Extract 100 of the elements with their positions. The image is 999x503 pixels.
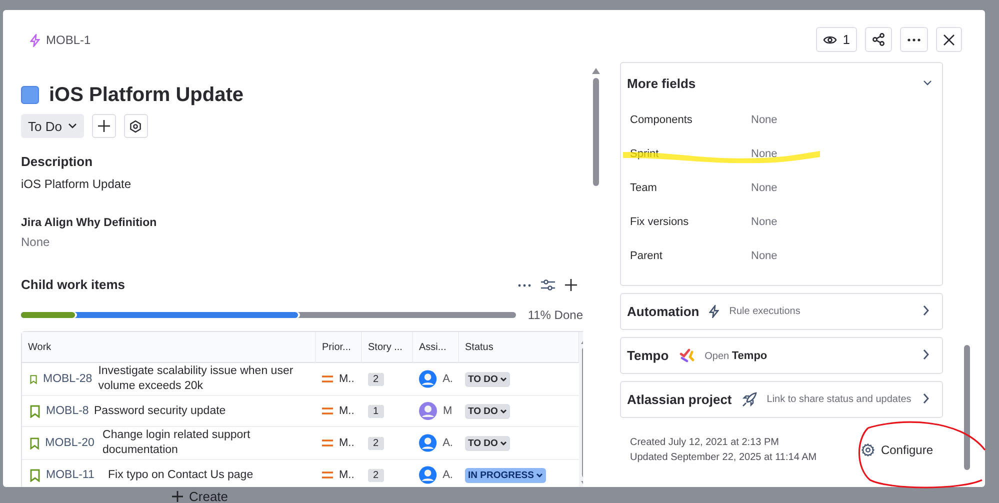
updated-date: Updated September 22, 2025 at 11:14 AM (630, 452, 817, 463)
field-value[interactable]: None (751, 250, 778, 262)
points-tag: 2 (368, 436, 384, 450)
field-label: Fix versions (629, 216, 690, 228)
chevron-down-icon (536, 472, 543, 478)
work-type-icon (21, 86, 39, 104)
priority-icon (322, 471, 333, 479)
panel-subtitle: Link to share status and updates (766, 394, 912, 405)
chevron-down-icon (500, 440, 507, 446)
column-header[interactable]: Assi... (413, 332, 459, 363)
field-label: Components (629, 114, 694, 126)
issue-summary[interactable]: Password security update (94, 404, 226, 418)
panel-subtitle: Open Tempo (704, 350, 768, 362)
status-lozenge[interactable]: IN PROGRESS (465, 468, 546, 482)
panel-row[interactable]: Tempo Open Tempo (620, 337, 943, 374)
issue-title[interactable]: iOS Platform Update (49, 84, 244, 106)
work-cell[interactable]: MOBL-11 Fix typo on Contact Us page (22, 460, 316, 487)
progress-label: 11% Done (528, 308, 583, 322)
watch-button[interactable]: 1 (816, 27, 857, 52)
field-label: Team (629, 182, 658, 194)
field-label: Jira Align Why Definition (21, 216, 158, 231)
priority-icon (322, 407, 333, 415)
bookmark-icon (30, 372, 37, 386)
priority-cell: M.. (316, 363, 362, 396)
panel-title: Tempo (627, 348, 669, 363)
field-value[interactable]: None (751, 216, 778, 228)
bookmark-icon (30, 436, 40, 450)
field-label: Parent (629, 250, 664, 262)
priority-cell: M.. (316, 396, 362, 427)
points-tag: 1 (368, 404, 384, 418)
plus-icon[interactable] (565, 279, 577, 291)
column-header[interactable]: Story ... (362, 332, 413, 363)
chevron-down-icon (500, 376, 507, 382)
work-cell[interactable]: MOBL-8 Password security update (22, 396, 316, 427)
share-icon (872, 33, 885, 46)
issue-summary[interactable]: Fix typo on Contact Us page (108, 468, 254, 482)
status-dropdown[interactable]: To Do (21, 114, 84, 138)
gear-icon (860, 443, 875, 457)
create-button[interactable]: Create (168, 487, 232, 503)
chevron-down-icon[interactable] (923, 80, 932, 86)
lightning-icon (30, 34, 40, 46)
assignee-cell: A. (413, 427, 459, 460)
more-icon[interactable] (518, 284, 531, 286)
logo-icon (678, 348, 695, 364)
priority-cell: M.. (316, 460, 362, 487)
issue-key[interactable]: MOBL-1 (46, 33, 91, 47)
points-tag: 2 (368, 372, 384, 386)
points-tag: 2 (368, 468, 384, 482)
status-lozenge[interactable]: TO DO (465, 404, 510, 418)
close-icon (943, 34, 955, 46)
description-text[interactable]: iOS Platform Update (21, 176, 583, 192)
column-header[interactable]: Status (459, 332, 579, 363)
issue-key[interactable]: MOBL-28 (42, 373, 92, 385)
plus-icon (98, 120, 110, 132)
issue-summary[interactable]: Change login related support documentation (102, 428, 310, 458)
panel-row[interactable]: Automation Rule executions (620, 293, 943, 330)
issue-key[interactable]: MOBL-11 (46, 469, 102, 481)
assignee-cell: M (413, 396, 459, 427)
issue-summary[interactable]: Investigate scalability issue when user volume exceeds 20k (98, 364, 310, 394)
field-value[interactable]: None (751, 182, 778, 194)
chevron-right-icon (922, 392, 930, 404)
field-label: Description (21, 154, 94, 170)
share-button[interactable] (865, 27, 892, 52)
priority-icon (322, 439, 333, 447)
chevron-right-icon (922, 304, 930, 316)
plus-icon (172, 491, 183, 502)
lightning-icon (709, 305, 720, 318)
issue-key[interactable]: MOBL-20 (45, 437, 97, 449)
field-value[interactable]: None (751, 148, 778, 160)
sliders-icon[interactable] (541, 279, 555, 291)
column-header[interactable]: Work (22, 332, 316, 363)
configure-button[interactable]: Configure (854, 439, 939, 461)
priority-cell: M.. (316, 427, 362, 460)
hexagon-icon (129, 120, 142, 132)
section-title: More fields (627, 76, 696, 90)
priority-icon (322, 375, 333, 383)
status-lozenge[interactable]: TO DO (465, 372, 510, 386)
bookmark-icon (30, 468, 40, 482)
work-cell[interactable]: MOBL-20 Change login related support documentation (22, 427, 316, 460)
section-title: Child work items (21, 277, 126, 293)
field-value[interactable]: None (21, 234, 583, 250)
panel-row[interactable]: Atlassian project Link to share status and updates (620, 381, 943, 418)
column-header[interactable]: Prior... (316, 332, 362, 363)
bookmark-icon (30, 404, 40, 418)
chevron-down-icon (68, 123, 77, 129)
panel-subtitle: Rule executions (729, 306, 800, 317)
close-button[interactable] (936, 27, 962, 52)
issue-key[interactable]: MOBL-8 (46, 405, 88, 417)
panel-title: Atlassian project (627, 392, 732, 407)
eye-icon (822, 34, 837, 44)
status-lozenge[interactable]: TO DO (465, 436, 510, 450)
add-button[interactable] (92, 114, 116, 138)
field-value[interactable]: None (751, 114, 778, 126)
apps-button[interactable] (124, 114, 148, 138)
chevron-down-icon (500, 408, 507, 414)
more-button[interactable] (900, 27, 928, 52)
rocket-icon (742, 392, 757, 407)
more-icon (907, 38, 921, 42)
work-cell[interactable]: MOBL-28 Investigate scalability issue when user volume exceeds 20k (22, 363, 316, 396)
chevron-right-icon (922, 348, 930, 360)
